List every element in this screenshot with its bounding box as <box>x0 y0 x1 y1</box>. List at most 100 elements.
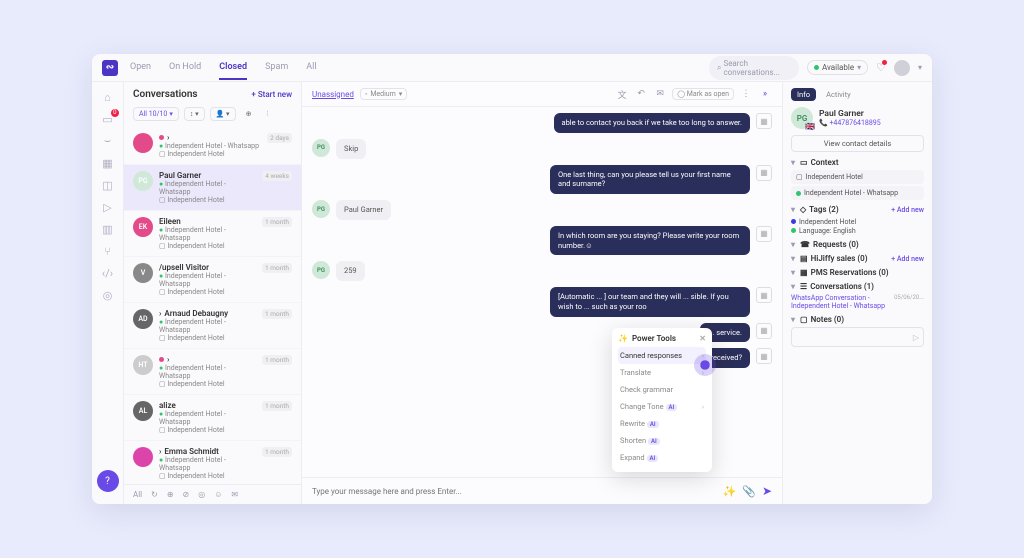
search-input[interactable]: ⌕ Search conversations... <box>709 56 799 80</box>
translate-icon[interactable]: 文 <box>615 87 629 101</box>
filter-more[interactable]: ⫶ <box>261 108 273 121</box>
conversation-item[interactable]: AL alize ● Independent Hotel - Whatsapp … <box>124 395 301 441</box>
conversation-link[interactable]: WhatsApp Conversation - Independent Hote… <box>791 294 924 310</box>
power-tool-item[interactable]: Check grammar <box>618 381 706 398</box>
notifications-icon[interactable]: ♡ <box>876 61 886 74</box>
magic-wand-icon[interactable]: ✨ <box>723 485 737 498</box>
conversation-item[interactable]: V /upsell Visitor ● Independent Hotel - … <box>124 257 301 303</box>
snooze-icon[interactable]: ↶ <box>634 87 648 101</box>
calendar-icon[interactable]: ▦ <box>756 287 772 303</box>
tab-onhold[interactable]: On Hold <box>169 56 201 80</box>
note-input[interactable]: ▷ <box>791 327 924 347</box>
conversation-item[interactable]: EK Eileen ● Independent Hotel - Whatsapp… <box>124 211 301 257</box>
add-hijiffy-button[interactable]: + Add new <box>891 255 924 263</box>
calendar-icon[interactable]: ▦ <box>756 348 772 364</box>
conversation-item[interactable]: ›Emma Schmidt ● Independent Hotel - What… <box>124 441 301 484</box>
channel-filter[interactable]: ☺ <box>214 490 222 499</box>
close-icon[interactable]: ✕ <box>699 334 706 343</box>
mail-icon[interactable]: ✉ <box>653 87 667 101</box>
dashboard-icon[interactable]: ◫ <box>101 178 115 192</box>
conversation-item[interactable]: HT › ● Independent Hotel - Whatsapp ▢ In… <box>124 349 301 395</box>
power-tool-item[interactable]: Canned responses› <box>618 347 706 364</box>
conversation-list: Conversations + Start new All 10/10 ▾ ↕ … <box>124 82 302 504</box>
tab-all[interactable]: All <box>306 56 316 80</box>
app-logo: ∾ <box>102 60 118 76</box>
power-tools-popover: ✨ Power Tools ✕ Canned responses›Transla… <box>612 328 712 472</box>
power-tool-item[interactable]: Shorten AI <box>618 432 706 449</box>
library-icon[interactable]: ▥ <box>101 222 115 236</box>
send-button[interactable]: ➤ <box>762 484 772 498</box>
priority-select[interactable]: ◦ Medium ▾ <box>360 88 407 100</box>
channel-filter[interactable]: ⊕ <box>167 490 174 499</box>
more-icon[interactable]: ⋮ <box>739 87 753 101</box>
message-row: ▦One last thing, can you please tell us … <box>312 165 772 195</box>
wand-icon: ✨ <box>618 334 628 343</box>
flow-icon[interactable]: ⑂ <box>101 244 115 258</box>
channel-filter[interactable]: ↻ <box>151 490 158 499</box>
calendar-icon[interactable]: ▦ <box>756 323 772 339</box>
context-item: ▢ Independent Hotel <box>791 170 924 184</box>
filter-user[interactable]: 👤 ▾ <box>210 107 236 121</box>
megaphone-icon[interactable]: ▷ <box>101 200 115 214</box>
list-title: Conversations <box>133 89 198 100</box>
tab-spam[interactable]: Spam <box>265 56 288 80</box>
channel-filter[interactable]: ◎ <box>198 490 205 499</box>
calendar-icon[interactable]: ▦ <box>756 113 772 129</box>
filter-all[interactable]: All 10/10 ▾ <box>133 107 179 121</box>
tab-open[interactable]: Open <box>130 56 151 80</box>
user-avatar[interactable] <box>894 60 910 76</box>
collapse-icon[interactable]: » <box>758 87 772 101</box>
tab-activity[interactable]: Activity <box>820 88 857 101</box>
attachment-icon[interactable]: 📎 <box>742 485 756 498</box>
power-tool-item[interactable]: Change Tone AI› <box>618 398 706 415</box>
message-row: PGPaul Garner <box>312 200 772 220</box>
channel-filter[interactable]: ✉ <box>231 490 238 499</box>
nav-rail: ⌂ ▭ ⌣ ▦ ◫ ▷ ▥ ⑂ ‹/› ◎ ? <box>92 82 124 504</box>
power-tool-item[interactable]: Expand AI <box>618 449 706 466</box>
channel-filter[interactable]: All <box>133 490 142 499</box>
availability-status[interactable]: Available ▾ <box>807 60 868 75</box>
start-new-button[interactable]: + Start new <box>251 90 292 99</box>
help-button[interactable]: ? <box>97 470 119 492</box>
tab-info[interactable]: Info <box>791 88 816 101</box>
calendar-icon[interactable]: ▦ <box>101 156 115 170</box>
contact-phone[interactable]: 📞 +447876418895 <box>819 119 881 127</box>
message-row: PG259 <box>312 261 772 281</box>
code-icon[interactable]: ‹/› <box>101 266 115 280</box>
add-tag-button[interactable]: + Add new <box>891 206 924 214</box>
calendar-icon[interactable]: ▦ <box>756 165 772 181</box>
contact-avatar: PG 🇬🇧 <box>791 107 813 129</box>
filter-view[interactable]: ⊕ <box>241 108 257 120</box>
status-tabs: Open On Hold Closed Spam All <box>130 56 317 80</box>
message-composer: ✨ 📎 ➤ <box>302 477 782 504</box>
message-row: PGSkip <box>312 139 772 159</box>
message-row: ▦In which room are you staying? Please w… <box>312 226 772 256</box>
chat-panel: Unassigned ◦ Medium ▾ 文 ↶ ✉ ◯ Mark as op… <box>302 82 782 504</box>
conversation-item[interactable]: AD ›Arnaud Debaugny ● Independent Hotel … <box>124 303 301 349</box>
settings-icon[interactable]: ◎ <box>101 288 115 302</box>
chevron-down-icon: ▾ <box>857 63 861 72</box>
search-icon: ⌕ <box>717 63 721 73</box>
tag-chip[interactable]: Language: English <box>791 227 856 235</box>
power-tool-item[interactable]: Rewrite AI <box>618 415 706 432</box>
calendar-icon[interactable]: ▦ <box>756 226 772 242</box>
context-item: Independent Hotel - Whatsapp <box>791 186 924 200</box>
chevron-down-icon[interactable]: ▾ <box>918 63 922 72</box>
power-tool-item[interactable]: Translate› <box>618 364 706 381</box>
tab-closed[interactable]: Closed <box>219 56 247 80</box>
filter-sort[interactable]: ↕ ▾ <box>184 107 205 121</box>
assignee-link[interactable]: Unassigned <box>312 90 354 99</box>
home-icon[interactable]: ⌂ <box>101 90 115 104</box>
tag-chip[interactable]: Independent Hotel <box>791 218 856 226</box>
view-details-button[interactable]: View contact details <box>791 135 924 152</box>
inbox-icon[interactable]: ▭ <box>101 112 115 126</box>
conversation-item[interactable]: › ● Independent Hotel - Whatsapp ▢ Indep… <box>124 127 301 165</box>
details-panel: Info Activity PG 🇬🇧 Paul Garner 📞 +44787… <box>782 82 932 504</box>
contacts-icon[interactable]: ⌣ <box>101 134 115 148</box>
status-dot-icon <box>814 65 819 70</box>
channel-filters: All ↻ ⊕ ⊘ ◎ ☺ ✉ <box>124 484 301 504</box>
channel-filter[interactable]: ⊘ <box>183 490 190 499</box>
conversation-item[interactable]: PG Paul Garner ● Independent Hotel - Wha… <box>124 165 301 211</box>
mark-open-button[interactable]: ◯ Mark as open <box>672 88 734 100</box>
message-input[interactable] <box>312 487 717 496</box>
